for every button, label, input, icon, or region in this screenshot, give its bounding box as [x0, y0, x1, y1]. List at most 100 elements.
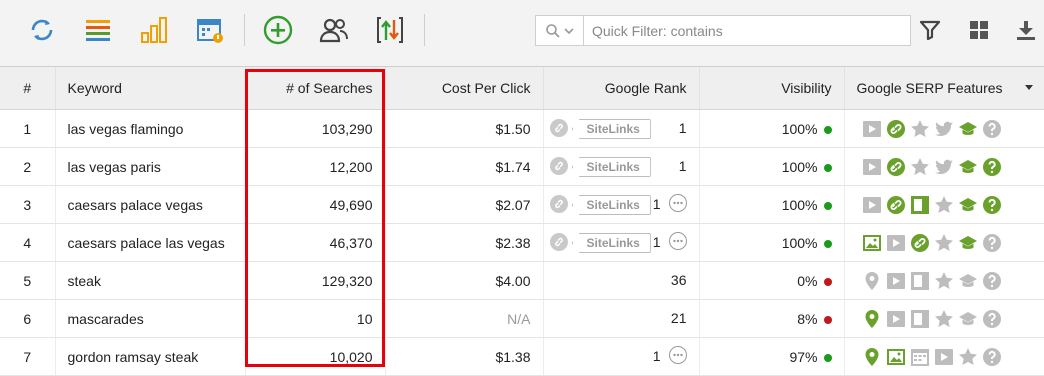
cpc-cell: $2.38 — [385, 223, 544, 262]
keyword-cell[interactable]: steak — [55, 261, 246, 300]
serp-features-cell — [844, 223, 1044, 262]
table-row[interactable]: 4 caesars palace las vegas 46,370 $2.38 Site… — [0, 223, 1044, 262]
google-rank-cell: 1 — [543, 337, 700, 376]
visibility-cell: 8% — [699, 299, 845, 338]
table-row[interactable]: 1 las vegas flamingo 103,290 $1.50 SiteLinks… — [0, 109, 1044, 148]
search-dropdown-button[interactable] — [536, 16, 584, 45]
serp-question-icon — [982, 309, 1002, 329]
cpc-cell: $4.00 — [385, 261, 544, 300]
keyword-cell[interactable]: las vegas flamingo — [55, 109, 246, 148]
rank-value: 1 — [652, 196, 661, 212]
visibility-value: 8% — [797, 310, 818, 327]
grid-view-icon[interactable] — [961, 12, 997, 48]
quick-filter[interactable]: Quick Filter: contains — [535, 15, 911, 46]
serp-features-cell — [844, 147, 1044, 186]
serp-question-icon — [982, 347, 1002, 367]
filter-icon[interactable] — [912, 12, 948, 48]
list-icon[interactable] — [80, 12, 116, 48]
sitelinks-badge: SiteLinks — [571, 233, 651, 253]
serp-video-icon — [934, 347, 954, 367]
serp-question-icon — [982, 119, 1002, 139]
serp-star-icon — [934, 195, 954, 215]
calendar-alert-icon[interactable] — [192, 12, 228, 48]
keyword-cell[interactable]: las vegas paris — [55, 147, 246, 186]
serp-question-icon — [982, 233, 1002, 253]
serp-question-icon — [982, 157, 1002, 177]
serp-star-icon — [958, 347, 978, 367]
bar-chart-icon[interactable] — [136, 12, 172, 48]
keyword-cell[interactable]: mascarades — [55, 299, 246, 338]
visibility-cell: 100% — [699, 223, 845, 262]
col-header-cpc[interactable]: Cost Per Click — [385, 67, 544, 110]
serp-star-icon — [934, 271, 954, 291]
serp-link-icon — [886, 119, 906, 139]
row-number: 2 — [0, 147, 56, 186]
serp-star-icon — [910, 119, 930, 139]
more-options-icon[interactable] — [668, 194, 687, 212]
more-options-icon[interactable] — [668, 232, 687, 250]
rank-value: 1 — [678, 120, 687, 136]
visibility-status-dot — [823, 201, 832, 210]
caret-down-icon[interactable] — [1024, 84, 1034, 92]
serp-twitter-icon — [934, 157, 954, 177]
serp-image-icon — [862, 233, 882, 253]
add-circle-icon[interactable] — [260, 12, 296, 48]
visibility-value: 0% — [797, 272, 818, 289]
col-header-serp-features[interactable]: Google SERP Features — [844, 67, 1044, 110]
table-row[interactable]: 7 gordon ramsay steak 10,020 $1.38 1 97% — [0, 337, 1044, 376]
table-row[interactable]: 5 steak 129,320 $4.00 36 0% — [0, 261, 1044, 300]
chevron-down-icon — [564, 27, 574, 34]
visibility-value: 100% — [781, 196, 818, 213]
row-number: 1 — [0, 109, 56, 148]
serp-features-cell — [844, 261, 1044, 300]
row-number: 7 — [0, 337, 56, 376]
col-header-keyword[interactable]: Keyword — [55, 67, 246, 110]
table-header-row: # Keyword # of Searches Cost Per Click G… — [0, 67, 1044, 110]
table-row[interactable]: 6 mascarades 10 N/A 21 8% — [0, 299, 1044, 338]
google-rank-cell: SiteLinks 1 — [543, 147, 700, 186]
refresh-icon[interactable] — [24, 12, 60, 48]
rank-value: 36 — [670, 272, 687, 288]
download-icon[interactable] — [1008, 12, 1044, 48]
rank-value: 1 — [652, 234, 661, 250]
link-icon — [549, 195, 568, 213]
google-rank-cell: SiteLinks 1 — [543, 109, 700, 148]
col-header-visibility[interactable]: Visibility — [699, 67, 845, 110]
serp-link-icon — [886, 157, 906, 177]
table-row[interactable]: 2 las vegas paris 12,200 $1.74 SiteLinks 1 100… — [0, 147, 1044, 186]
serp-video-icon — [862, 195, 882, 215]
serp-calendar-icon — [910, 347, 930, 367]
serp-star-icon — [934, 309, 954, 329]
serp-cap-icon — [958, 157, 978, 177]
col-header-google-rank[interactable]: Google Rank — [543, 67, 700, 110]
quick-filter-input[interactable]: Quick Filter: contains — [592, 23, 723, 39]
visibility-cell: 100% — [699, 147, 845, 186]
keyword-cell[interactable]: caesars palace vegas — [55, 185, 246, 224]
col-header-searches[interactable]: # of Searches — [245, 67, 386, 110]
col-header-number[interactable]: # — [0, 67, 56, 110]
serp-video-icon — [886, 309, 906, 329]
searches-cell: 129,320 — [245, 261, 386, 300]
google-rank-cell: SiteLinks 1 — [543, 185, 700, 224]
serp-panel-icon — [910, 309, 930, 329]
serp-image-icon — [886, 347, 906, 367]
serp-star-icon — [934, 233, 954, 253]
keyword-cell[interactable]: gordon ramsay steak — [55, 337, 246, 376]
more-options-icon[interactable] — [668, 346, 687, 364]
sort-arrows-icon[interactable] — [372, 12, 408, 48]
visibility-status-dot — [823, 315, 832, 324]
serp-pin-icon — [862, 347, 882, 367]
sitelinks-badge: SiteLinks — [571, 119, 651, 139]
serp-video-icon — [862, 157, 882, 177]
searches-cell: 49,690 — [245, 185, 386, 224]
serp-star-icon — [910, 157, 930, 177]
table-row[interactable]: 3 caesars palace vegas 49,690 $2.07 SiteLink… — [0, 185, 1044, 224]
toolbar-separator — [424, 14, 425, 46]
keyword-cell[interactable]: caesars palace las vegas — [55, 223, 246, 262]
google-rank-cell: SiteLinks 1 — [543, 223, 700, 262]
users-icon[interactable] — [316, 12, 352, 48]
serp-cap-icon — [958, 119, 978, 139]
visibility-value: 100% — [781, 158, 818, 175]
visibility-status-dot — [823, 353, 832, 362]
serp-panel-icon — [910, 195, 930, 215]
